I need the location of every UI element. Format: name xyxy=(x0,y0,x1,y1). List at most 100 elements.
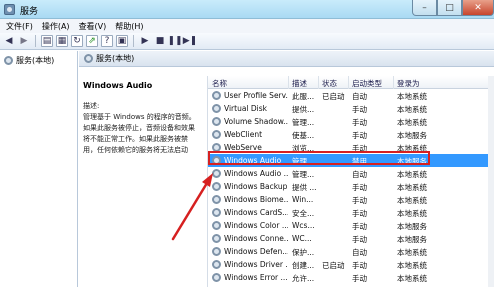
cell-description: 创建... xyxy=(292,261,315,270)
play-icon[interactable]: ▶ xyxy=(139,35,151,47)
service-gear-icon xyxy=(212,273,221,282)
cell-name: Windows Driver ... xyxy=(224,260,288,269)
column-divider[interactable] xyxy=(348,76,349,89)
cell-logon-as: 本地系统 xyxy=(397,261,427,270)
column-divider[interactable] xyxy=(318,76,319,89)
service-gear-icon xyxy=(212,104,221,113)
cell-name: WebClient xyxy=(224,130,263,139)
cell-logon-as: 本地服务 xyxy=(397,131,427,140)
column-header-logon-as[interactable]: 登录为 xyxy=(397,78,420,89)
minimize-button[interactable]: – xyxy=(412,0,437,16)
tree-item-services-local[interactable]: 服务(本地) xyxy=(4,55,54,66)
gear-icon xyxy=(84,54,93,63)
cell-logon-as: 本地系统 xyxy=(397,209,427,218)
maximize-button[interactable]: □ xyxy=(437,0,462,16)
cell-startup-type: 自动 xyxy=(352,248,367,257)
menu-file[interactable]: 文件(F) xyxy=(6,21,33,32)
cell-description: Win... xyxy=(292,195,314,204)
menu-view[interactable]: 查看(V) xyxy=(79,21,107,32)
cell-description: 管理... xyxy=(292,118,315,127)
column-header-name[interactable]: 名称 xyxy=(212,78,227,89)
cell-description: Wcs... xyxy=(292,221,315,230)
cell-description: WC... xyxy=(292,234,312,243)
table-row[interactable]: Windows Driver ... 创建... 已启动 手动 本地系统 xyxy=(208,258,494,271)
help-icon[interactable]: ? xyxy=(101,35,113,47)
cell-status: 已启动 xyxy=(322,261,345,270)
gear-icon xyxy=(4,56,13,65)
cell-name: Windows Error ... xyxy=(224,273,288,282)
cell-startup-type: 自动 xyxy=(352,92,367,101)
menu-help[interactable]: 帮助(H) xyxy=(115,21,143,32)
stop-icon[interactable]: ■ xyxy=(154,35,166,47)
table-row[interactable]: Windows Backup 提供 ... 手动 本地系统 xyxy=(208,180,494,193)
service-gear-icon xyxy=(212,130,221,139)
table-row[interactable]: User Profile Serv... 此服... 已启动 自动 本地系统 xyxy=(208,89,494,102)
cell-logon-as: 本地系统 xyxy=(397,170,427,179)
table-row[interactable]: Volume Shadow... 管理... 手动 本地系统 xyxy=(208,115,494,128)
window-title: 服务 xyxy=(20,7,39,17)
cell-name: Windows Backup xyxy=(224,182,288,191)
table-row[interactable]: Windows Audio ... 管理... 自动 本地系统 xyxy=(208,167,494,180)
console-tree: 服务(本地) xyxy=(0,51,78,287)
cell-name: User Profile Serv... xyxy=(224,91,288,100)
cell-startup-type: 自动 xyxy=(352,170,367,179)
cell-description: 允许... xyxy=(292,274,315,283)
services-table: 名称 描述 状态 启动类型 登录为 User Profile Serv... 此服… xyxy=(207,76,494,287)
column-divider[interactable] xyxy=(288,76,289,89)
description-label: 描述: xyxy=(83,102,100,110)
service-gear-icon xyxy=(212,247,221,256)
title-bar: 服务 – □ ✕ xyxy=(0,0,494,19)
cell-description: 使基... xyxy=(292,131,315,140)
description-panel: Windows Audio 描述: 管理基于 Windows 的程序的音频。如果… xyxy=(79,67,207,287)
properties-icon[interactable]: ▦ xyxy=(56,35,68,47)
cell-description: 此服... xyxy=(292,92,315,101)
column-header-description[interactable]: 描述 xyxy=(292,78,307,89)
menu-bar: 文件(F) 操作(A) 查看(V) 帮助(H) xyxy=(0,19,494,33)
close-button[interactable]: ✕ xyxy=(462,0,494,16)
table-row[interactable]: Windows Error ... 允许... 手动 本地系统 xyxy=(208,271,494,284)
back-icon[interactable]: ◀ xyxy=(3,35,15,47)
table-row[interactable]: Windows Biome... Win... 手动 本地系统 xyxy=(208,193,494,206)
table-row[interactable]: Windows Defen... 保护... 自动 本地系统 xyxy=(208,245,494,258)
cell-description: 安全... xyxy=(292,209,315,218)
service-gear-icon xyxy=(212,91,221,100)
table-row[interactable]: Windows CardS... 安全... 手动 本地系统 xyxy=(208,206,494,219)
column-divider[interactable] xyxy=(393,76,394,89)
service-gear-icon xyxy=(212,117,221,126)
cell-startup-type: 手动 xyxy=(352,131,367,140)
forward-icon[interactable]: ▶ xyxy=(18,35,30,47)
red-highlight-box xyxy=(208,151,430,165)
toolbar-separator xyxy=(35,35,36,47)
toolbar-separator xyxy=(133,35,134,47)
cell-startup-type: 手动 xyxy=(352,105,367,114)
toolbar: ◀ ▶ ▤ ▦ ↻ ⇗ ? ▣ ▶ ■ ❚❚ ▶❚ xyxy=(0,33,494,50)
description-text: 管理基于 Windows 的程序的音频。如果此服务被停止，音频设备和效果将不能正… xyxy=(83,113,196,154)
table-row[interactable]: Windows Conne... WC... 手动 本地服务 xyxy=(208,232,494,245)
table-row[interactable]: Virtual Disk 提供... 手动 本地系统 xyxy=(208,102,494,115)
cell-logon-as: 本地服务 xyxy=(397,222,427,231)
cell-description: 提供 ... xyxy=(292,183,317,192)
service-gear-icon xyxy=(212,182,221,191)
cell-name: Windows Color ... xyxy=(224,221,288,230)
tree-item-label: 服务(本地) xyxy=(16,56,55,65)
column-header-startup-type[interactable]: 启动类型 xyxy=(352,78,382,89)
cell-name: Windows CardS... xyxy=(224,208,288,217)
column-header-status[interactable]: 状态 xyxy=(322,78,337,89)
pause-icon[interactable]: ❚❚ xyxy=(167,35,182,47)
console-icon[interactable]: ▣ xyxy=(116,35,128,47)
export-icon[interactable]: ⇗ xyxy=(86,35,98,47)
menu-action[interactable]: 操作(A) xyxy=(42,21,70,32)
cell-name: Windows Biome... xyxy=(224,195,288,204)
service-gear-icon xyxy=(212,234,221,243)
service-gear-icon xyxy=(212,195,221,204)
table-row[interactable]: Windows Color ... Wcs... 手动 本地服务 xyxy=(208,219,494,232)
console-tree-icon[interactable]: ▤ xyxy=(41,35,53,47)
cell-logon-as: 本地服务 xyxy=(397,235,427,244)
cell-startup-type: 手动 xyxy=(352,235,367,244)
restart-icon[interactable]: ▶❚ xyxy=(183,35,197,47)
vertical-scrollbar[interactable] xyxy=(488,76,494,287)
table-row[interactable]: WebClient 使基... 手动 本地服务 xyxy=(208,128,494,141)
cell-startup-type: 手动 xyxy=(352,118,367,127)
refresh-icon[interactable]: ↻ xyxy=(71,35,83,47)
cell-description: 管理... xyxy=(292,170,315,179)
